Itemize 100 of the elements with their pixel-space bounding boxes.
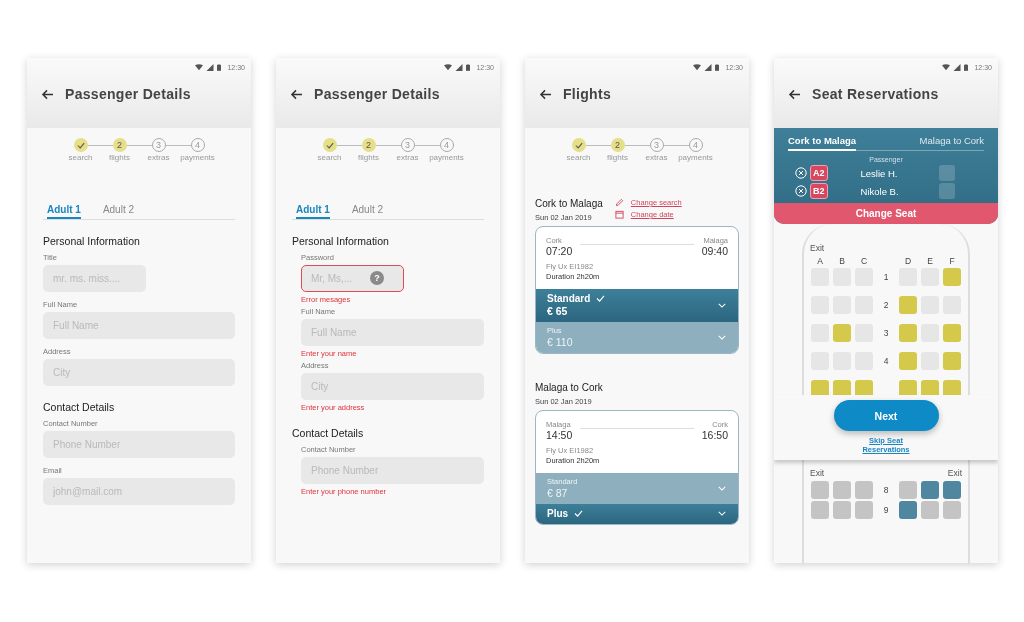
section-heading: Contact Details <box>292 427 365 439</box>
signal-icon <box>953 63 962 71</box>
seat[interactable] <box>899 296 917 314</box>
seat[interactable] <box>833 501 851 519</box>
wifi-icon <box>444 63 453 71</box>
passenger-name: Leslie H. <box>860 167 899 179</box>
fare-price: € 87 <box>547 487 569 499</box>
check-icon <box>596 295 606 302</box>
passenger-tab[interactable]: Adult 1 <box>296 204 330 219</box>
screen-title: Flights <box>563 86 611 102</box>
exit-label: Exit <box>810 468 825 478</box>
pencil-icon <box>614 198 624 207</box>
exit-label: Exit <box>810 243 825 253</box>
seat[interactable] <box>855 501 873 519</box>
chevron-down-icon[interactable] <box>718 334 726 340</box>
battery-icon <box>217 63 222 71</box>
battery-icon <box>715 63 720 71</box>
route-title: Malaga to Cork <box>535 382 603 393</box>
passenger-tab[interactable]: Adult 2 <box>102 204 135 219</box>
seat[interactable] <box>855 380 873 395</box>
column-letter: B <box>838 256 846 266</box>
fare-option[interactable]: Standard € 65 <box>536 289 738 322</box>
back-arrow-icon[interactable] <box>290 88 303 100</box>
wifi-icon <box>195 63 204 71</box>
chevron-down-icon[interactable] <box>718 485 726 491</box>
signal-icon <box>206 63 215 71</box>
row-number: 2 <box>883 300 889 310</box>
seat[interactable] <box>921 481 939 499</box>
screen-title: Seat Reservations <box>812 86 939 102</box>
step-label: payments <box>180 153 215 162</box>
back-arrow-icon[interactable] <box>539 88 552 100</box>
wifi-icon <box>693 63 702 71</box>
row-number: 1 <box>883 272 889 282</box>
signal-icon <box>704 63 713 71</box>
seat[interactable] <box>833 380 851 395</box>
seat[interactable] <box>943 380 961 395</box>
fare-price: € 65 <box>547 305 569 317</box>
seat[interactable] <box>833 324 851 342</box>
close-icon[interactable] <box>795 185 807 197</box>
seat[interactable] <box>811 501 829 519</box>
wifi-icon <box>942 63 951 71</box>
chevron-down-icon[interactable] <box>718 511 726 516</box>
row-number: 3 <box>883 328 889 338</box>
column-letter: F <box>948 256 956 266</box>
seat[interactable] <box>899 324 917 342</box>
step-indicator: 2 <box>112 138 127 152</box>
seat[interactable] <box>899 380 917 395</box>
row-number: 8 <box>883 485 889 495</box>
seat[interactable] <box>855 481 873 499</box>
step-label: payments <box>678 153 713 162</box>
seat[interactable] <box>811 481 829 499</box>
route-tab[interactable]: Cork to Malaga <box>788 135 857 151</box>
seat-placeholder <box>938 165 955 181</box>
arrival-time: 16:50 <box>701 429 728 441</box>
step-indicator: 2 <box>361 138 376 152</box>
section-heading: Personal Information <box>292 235 390 247</box>
calendar-icon <box>614 210 624 219</box>
fare-name: Standard <box>547 293 591 304</box>
seat[interactable] <box>899 501 917 519</box>
fare-option[interactable]: Plus <box>536 504 738 524</box>
passenger-tab[interactable]: Adult 1 <box>47 204 81 219</box>
step-label: payments <box>429 153 464 162</box>
fare-name: Plus <box>547 508 569 519</box>
column-letter: A <box>816 256 824 266</box>
section-heading: Personal Information <box>43 235 141 247</box>
chevron-down-icon[interactable] <box>718 302 726 308</box>
seat[interactable] <box>921 380 939 395</box>
seat[interactable] <box>811 380 829 395</box>
seat[interactable] <box>833 481 851 499</box>
route-title: Cork to Malaga <box>535 198 603 209</box>
seat[interactable] <box>943 481 961 499</box>
section-heading: Contact Details <box>43 401 116 413</box>
seat[interactable] <box>943 268 961 286</box>
passenger-name: Nikole B. <box>860 185 900 197</box>
step-label: flights <box>358 153 379 162</box>
step-label: search <box>566 153 591 162</box>
step-indicator: 2 <box>610 138 625 152</box>
close-icon[interactable] <box>795 167 807 179</box>
fare-price: € 110 <box>547 336 573 348</box>
battery-icon <box>466 63 471 71</box>
seat[interactable] <box>943 352 961 370</box>
signal-icon <box>455 63 464 71</box>
route-tab[interactable]: Malaga to Cork <box>919 135 984 151</box>
row-number: 4 <box>883 356 889 366</box>
change-seat-button[interactable]: Change Seat <box>774 203 998 224</box>
seat[interactable] <box>899 481 917 499</box>
passenger-tab[interactable]: Adult 2 <box>351 204 384 219</box>
seat[interactable] <box>943 501 961 519</box>
battery-icon <box>964 63 969 71</box>
seat[interactable] <box>921 501 939 519</box>
step-label: flights <box>109 153 130 162</box>
seat-badge: B2 <box>810 183 828 199</box>
seat[interactable] <box>943 324 961 342</box>
next-button[interactable]: Next <box>833 400 939 431</box>
back-arrow-icon[interactable] <box>788 88 801 100</box>
seat-placeholder <box>938 183 955 199</box>
arrival-time: 09:40 <box>701 245 728 257</box>
step-label: extras <box>645 153 668 162</box>
back-arrow-icon[interactable] <box>41 88 54 100</box>
seat[interactable] <box>899 352 917 370</box>
